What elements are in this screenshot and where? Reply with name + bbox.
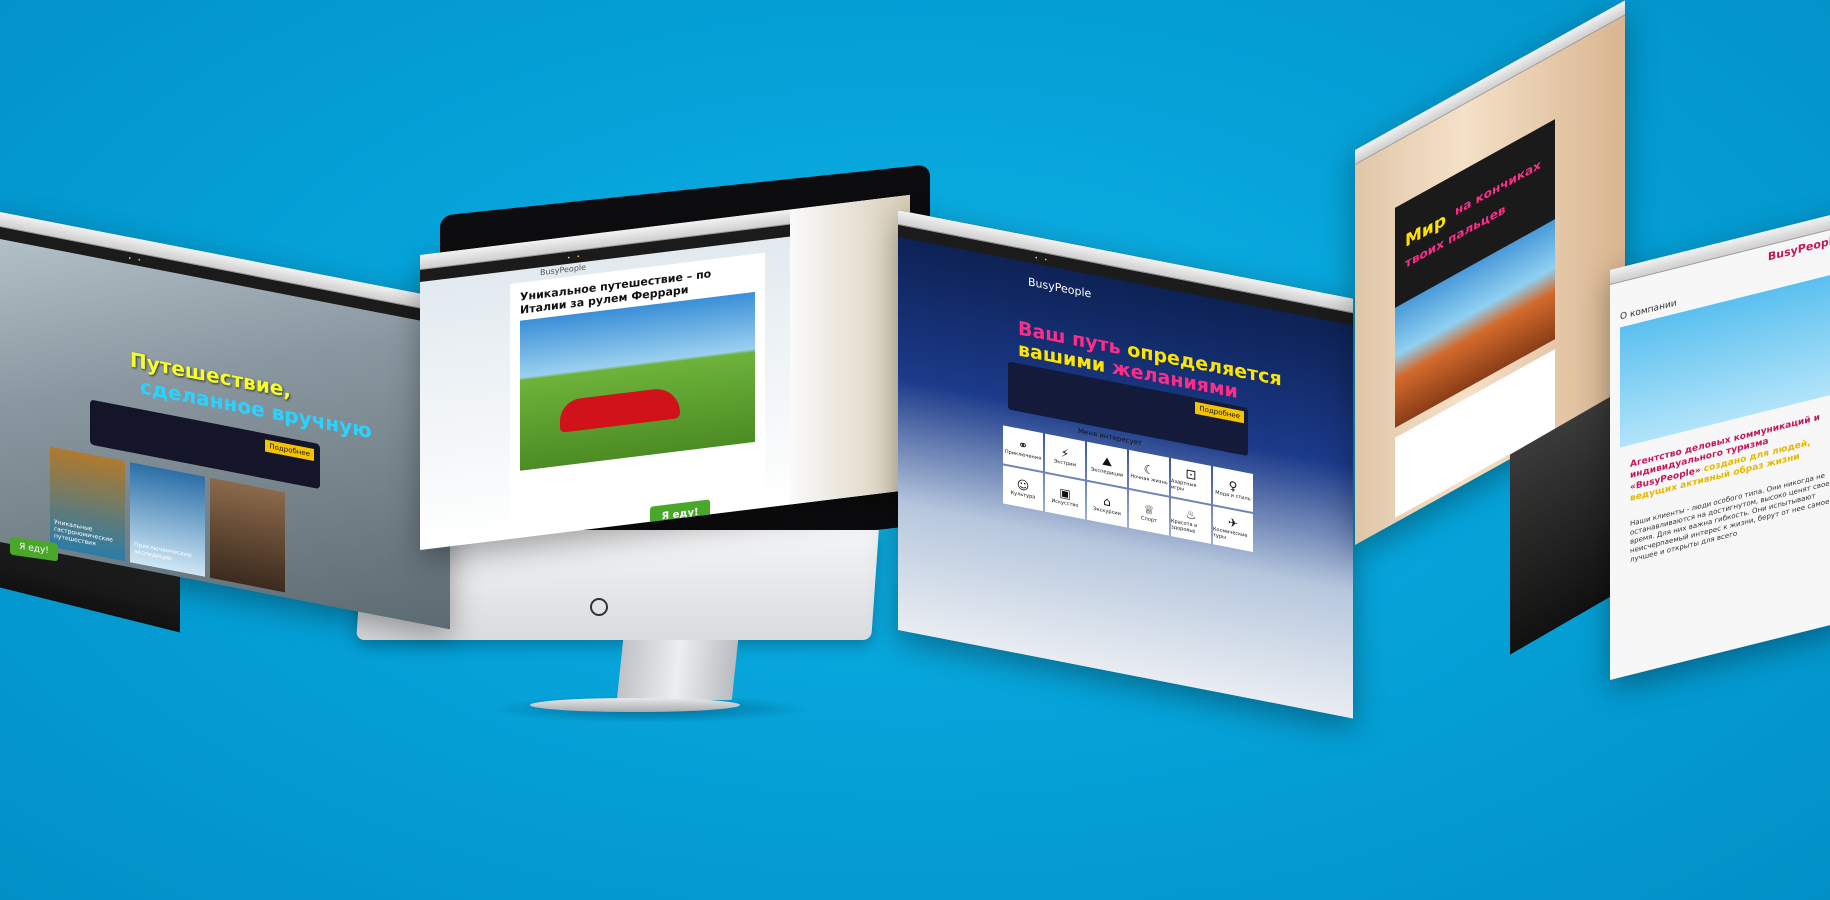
browser-chrome: [898, 210, 1353, 314]
browser-chrome: [1355, 0, 1625, 165]
interest-label: Спорт: [1141, 515, 1157, 525]
interest-label: Культура: [1010, 489, 1036, 501]
wishes-more-badge[interactable]: Подробнее: [1195, 401, 1244, 424]
interest-cell[interactable]: ⚀ Азартные игры: [1171, 458, 1211, 504]
interest-cell[interactable]: ⚡ Экстрим: [1045, 433, 1085, 480]
villa-photo: [790, 194, 910, 505]
wishes-brand: BusyPeople: [1028, 275, 1092, 301]
interest-cell[interactable]: ☺ Культура: [1003, 465, 1043, 512]
browser-chrome: [0, 210, 450, 315]
ferrari-photo: [520, 291, 755, 471]
interest-label: Азартные игры: [1171, 478, 1197, 493]
website-panel-about: BusyPeople О компании Агентство деловых …: [1610, 210, 1830, 680]
tile-ice[interactable]: Приключенческие экспедиции: [130, 462, 205, 577]
website-panel-wishes: • • BusyPeople Ваш путь определяется ваши…: [898, 210, 1353, 719]
interest-label: Космические туры: [1213, 526, 1248, 541]
website-panel-ferrari: • • BusyPeople Уникальное путешествие – п…: [420, 194, 910, 550]
tile-label: Уникальные гастрономические путешествия: [54, 518, 113, 548]
interest-cell[interactable]: ☾ Ночная жизнь: [1129, 449, 1169, 496]
interest-label: Экстрим: [1053, 458, 1077, 469]
interest-cell[interactable]: ⚭ Приключения: [1003, 425, 1043, 472]
interest-cell[interactable]: ✈ Космические туры: [1213, 506, 1253, 553]
ferrari-card: Уникальное путешествие – по Италии за ру…: [510, 252, 765, 534]
interest-cell[interactable]: ▣ Искусство: [1045, 473, 1085, 520]
interest-icon: ⌂: [1103, 493, 1111, 510]
site-menubar: • •: [898, 225, 1353, 326]
site-menubar: • •: [0, 225, 450, 327]
showcase-scene: • • Путешествие, сделанное вручную Подроб…: [0, 0, 1830, 900]
interest-label: Экскурсии: [1093, 505, 1121, 518]
interest-cell[interactable]: ♨ Красота и здоровье: [1171, 498, 1211, 544]
monitor-stand-neck: [616, 640, 739, 700]
travel-more-badge[interactable]: Подробнее: [265, 439, 314, 461]
monitor-stand-foot: [530, 698, 740, 712]
interest-cell[interactable]: ♕ Спорт: [1129, 489, 1169, 536]
car-icon: [560, 386, 680, 433]
interest-cell[interactable]: ⛰ Экспедиции: [1087, 441, 1127, 488]
interest-cell[interactable]: ⌂ Экскурсии: [1087, 481, 1127, 528]
tile-venice[interactable]: Уникальные гастрономические путешествия: [50, 446, 125, 562]
interest-cell[interactable]: ♀ Мода и стиль: [1213, 466, 1253, 513]
interest-label: Красота и здоровье: [1171, 518, 1198, 535]
tile-label: Приключенческие экспедиции: [134, 540, 192, 563]
interest-label: Искусство: [1051, 497, 1079, 510]
monitor-logo-icon: [590, 598, 608, 616]
tile-mask[interactable]: [210, 477, 285, 593]
